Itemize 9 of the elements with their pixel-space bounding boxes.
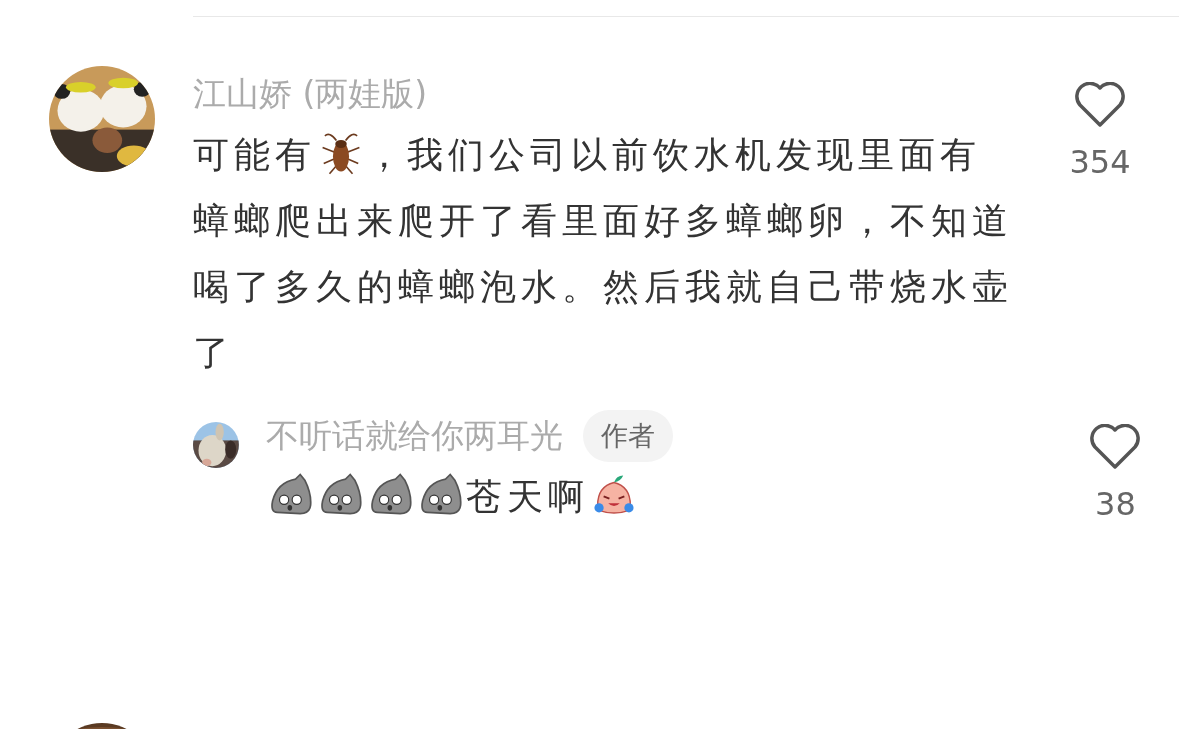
heart-icon[interactable]: [1089, 424, 1142, 470]
username[interactable]: 不听话就给你两耳光: [265, 408, 563, 464]
comment-text: 可能有 ，我们公司以前饮水机发现里面有蟑螂爬出来爬开了看里面好多蟑螂卵，不知道喝了多久的蟑螂泡水。然后我就自己带烧水壶了: [193, 122, 1013, 386]
comment-text: 苍天啊: [265, 464, 1086, 530]
like-count: 354: [1069, 142, 1131, 182]
author-badge: 作者: [582, 410, 673, 462]
username[interactable]: 江山娇 (两娃版): [193, 66, 1055, 122]
like-count: 38: [1095, 484, 1136, 524]
heart-icon[interactable]: [1074, 82, 1126, 128]
